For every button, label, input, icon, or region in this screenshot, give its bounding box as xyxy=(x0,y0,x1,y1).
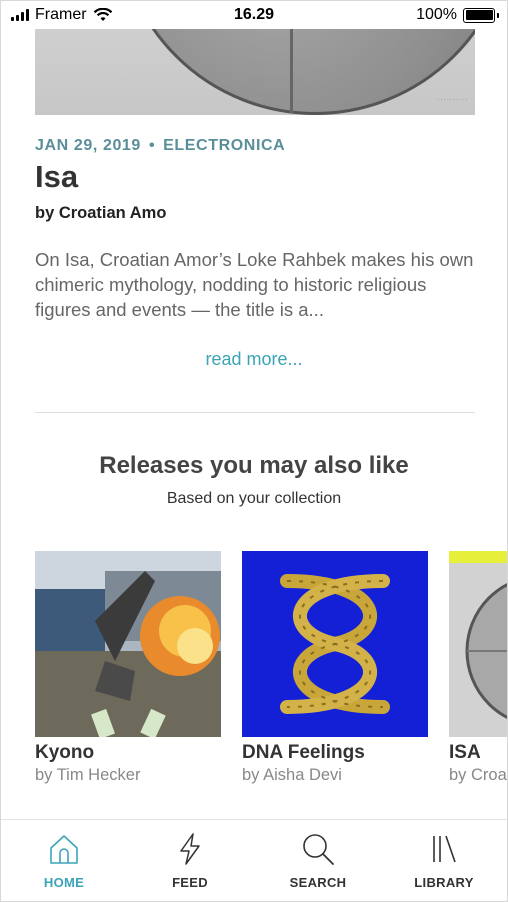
tab-label: SEARCH xyxy=(289,875,347,890)
app-frame: Framer 16.29 100% · · · · · · · · · · JA… xyxy=(0,0,508,902)
tab-label: LIBRARY xyxy=(414,875,474,890)
kyono-artwork xyxy=(35,551,221,737)
hero-caption-glyph: · · · · · · · · · · xyxy=(437,97,467,103)
tab-feed[interactable]: FEED xyxy=(140,832,240,890)
release-name: DNA Feelings xyxy=(242,742,365,763)
release-artist: by Tim Hecker xyxy=(35,766,141,784)
battery-icon xyxy=(463,7,499,23)
release-card-isa[interactable]: ISA by Croatian Amor xyxy=(449,551,507,785)
release-cover-dna-feelings[interactable] xyxy=(242,551,428,737)
release-cover-kyono[interactable] xyxy=(35,551,221,737)
tab-label: HOME xyxy=(43,875,85,890)
hero-disc-seam xyxy=(290,29,293,113)
battery-percent: 100% xyxy=(416,6,457,23)
tab-home[interactable]: HOME xyxy=(14,832,114,890)
release-name: Kyono xyxy=(35,742,95,763)
tab-search[interactable]: SEARCH xyxy=(268,832,368,890)
status-bar: Framer 16.29 100% xyxy=(1,1,507,29)
article-title: Isa xyxy=(35,159,79,194)
release-artist: by Aisha Devi xyxy=(242,766,342,784)
tab-library[interactable]: LIBRARY xyxy=(394,832,494,890)
meta-separator: • xyxy=(148,137,156,154)
library-icon xyxy=(433,835,456,863)
hero-cover-image[interactable]: · · · · · · · · · · xyxy=(35,29,475,115)
article-description: On Isa, Croatian Amor’s Loke Rahbek make… xyxy=(35,249,474,320)
dna-feelings-artwork xyxy=(242,551,428,737)
release-cover-isa[interactable] xyxy=(449,551,507,737)
hero-disc-shape xyxy=(117,29,475,115)
recommendations-title: Releases you may also like xyxy=(99,452,409,479)
home-icon xyxy=(50,835,78,864)
release-card-dna-feelings[interactable]: DNA Feelings by Aisha Devi xyxy=(242,551,428,785)
status-right: 100% xyxy=(416,6,499,24)
article-byline[interactable]: by Croatian Amo xyxy=(35,204,166,223)
release-artist: by Croatian Amor xyxy=(449,766,507,784)
article-date: JAN 29, 2019 xyxy=(35,137,141,154)
read-more-link[interactable]: read more... xyxy=(1,349,507,370)
isa-artwork xyxy=(449,551,507,737)
section-divider xyxy=(35,412,475,413)
tab-label: FEED xyxy=(172,875,208,890)
bottom-tab-bar: HOME FEED SEARCH LIBRARY xyxy=(1,819,507,901)
release-card-kyono[interactable]: Kyono by Tim Hecker xyxy=(35,551,221,785)
recommendations-subtitle: Based on your collection xyxy=(166,490,342,507)
search-icon xyxy=(303,834,334,865)
release-name: ISA xyxy=(449,742,481,763)
lightning-icon xyxy=(180,833,200,865)
article-genre[interactable]: ELECTRONICA xyxy=(163,137,285,154)
article-meta: JAN 29, 2019 • ELECTRONICA xyxy=(35,137,285,155)
